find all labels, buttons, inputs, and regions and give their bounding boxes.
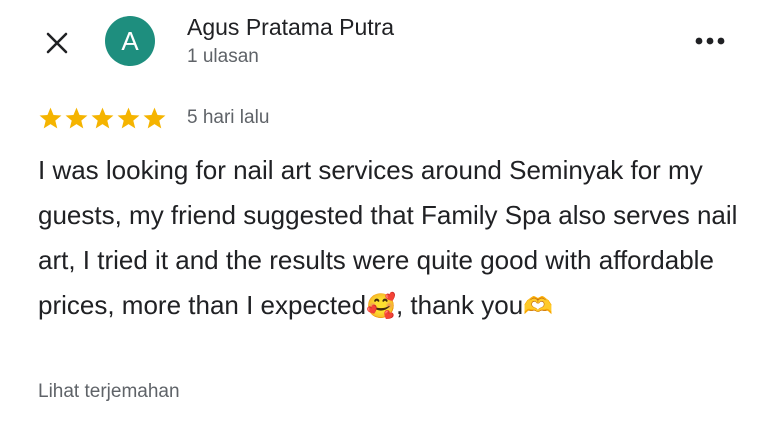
avatar[interactable]: A bbox=[105, 16, 155, 66]
review-date: 5 hari lalu bbox=[187, 107, 270, 128]
avatar-letter: A bbox=[121, 25, 139, 56]
review-text: I was looking for nail art services arou… bbox=[38, 148, 748, 329]
see-translation-link[interactable]: Lihat terjemahan bbox=[38, 381, 180, 403]
review-count: 1 ulasan bbox=[187, 46, 259, 67]
smiling-face-with-hearts-emoji: 🥰 bbox=[366, 292, 396, 320]
star-rating bbox=[38, 106, 167, 131]
rating-row: 5 hari lalu bbox=[38, 104, 269, 132]
review-text-part2: , thank you bbox=[395, 290, 524, 320]
close-button[interactable] bbox=[40, 26, 74, 60]
close-icon bbox=[46, 32, 68, 54]
star-icon bbox=[91, 107, 114, 128]
star-icon bbox=[143, 107, 166, 128]
reviewer-name[interactable]: Agus Pratama Putra bbox=[187, 14, 394, 41]
heart-hands-emoji: 🫶 bbox=[523, 292, 554, 320]
star-icon bbox=[117, 107, 140, 128]
more-options-icon bbox=[695, 37, 725, 45]
star-icon bbox=[39, 107, 62, 128]
more-options-button[interactable] bbox=[690, 26, 730, 56]
star-icon bbox=[65, 107, 88, 128]
